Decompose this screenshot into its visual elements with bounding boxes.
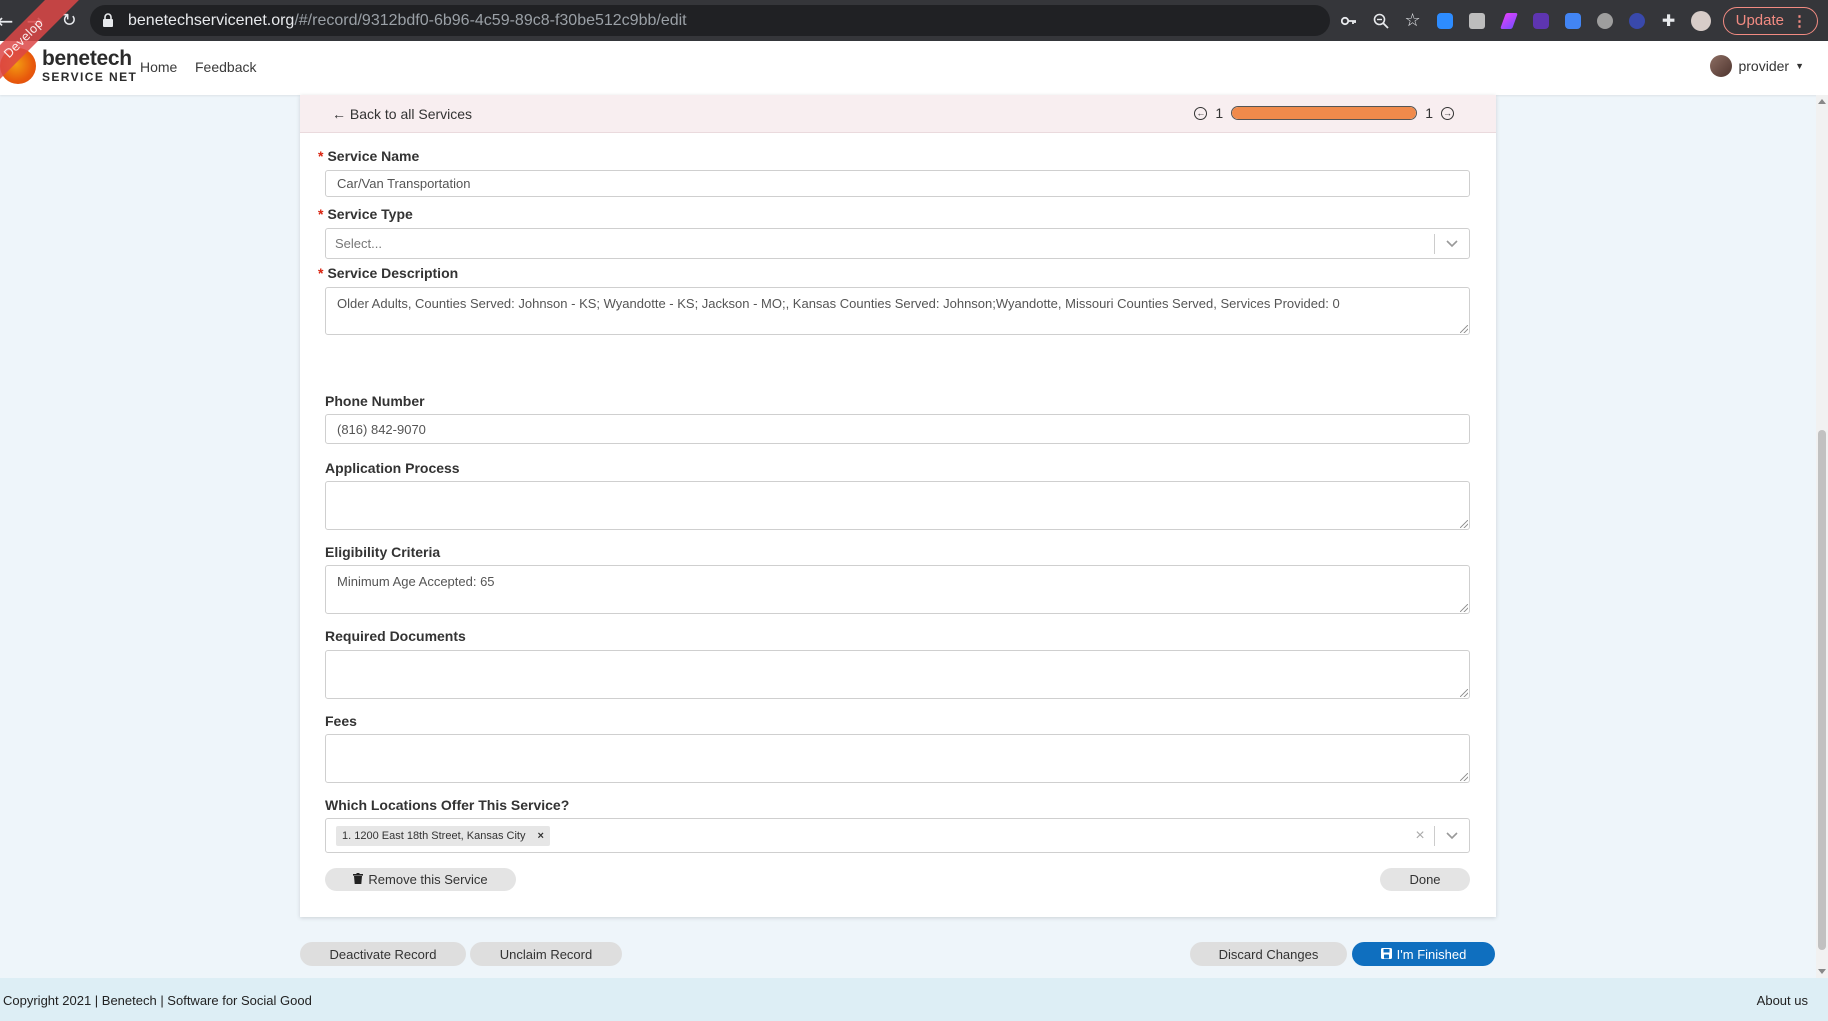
services-progress-bar [1231,106,1418,120]
service-edit-card: ← Back to all Services ← 1 1 → * Service … [300,95,1496,917]
remove-service-button[interactable]: Remove this Service [325,868,516,891]
app-navbar: benetech SERVICE NET Home Feedback provi… [0,41,1828,95]
phone-number-input[interactable]: (816) 842-9070 [325,414,1470,444]
service-name-input[interactable]: Car/Van Transportation [325,170,1470,197]
user-avatar [1710,55,1733,77]
eligibility-criteria-textarea[interactable]: Minimum Age Accepted: 65 [325,565,1470,614]
browser-toolbar: ← → ↻ benetechservicenet.org/#/record/93… [0,0,1828,41]
browser-forward-icon[interactable]: → [18,4,52,38]
about-us-link[interactable]: About us [1757,993,1808,1008]
copyright-text: Copyright 2021 | Benetech | Software for… [3,993,312,1008]
logo-icon[interactable] [0,48,36,84]
puzzle-icon[interactable]: ✚ [1653,0,1685,41]
user-menu[interactable]: provider ▼ [1710,55,1804,77]
page-scrollbar[interactable] [1816,95,1828,978]
trash-icon [353,872,364,887]
browser-back-icon[interactable]: ← [0,4,14,38]
pager-total: 1 [1425,105,1433,121]
arrow-left-icon: ← [332,106,346,122]
scrollbar-thumb[interactable] [1818,430,1826,950]
address-bar[interactable]: benetechservicenet.org/#/record/9312bdf0… [90,5,1330,36]
service-pager: ← 1 1 → [1194,105,1454,121]
lock-icon [102,12,118,29]
nav-home-link[interactable]: Home [140,59,177,75]
profile-avatar[interactable] [1685,0,1717,41]
pager-current: 1 [1215,105,1224,121]
card-header: ← Back to all Services ← 1 1 → [300,95,1496,133]
remove-tag-icon[interactable]: × [531,830,549,842]
application-process-label: Application Process [325,460,460,476]
phone-number-label: Phone Number [325,393,425,409]
back-to-services-link[interactable]: ← Back to all Services [332,106,472,122]
scroll-down-arrow[interactable] [1818,969,1826,974]
eligibility-criteria-label: Eligibility Criteria [325,544,441,560]
fees-textarea[interactable] [325,734,1470,783]
nav-feedback-link[interactable]: Feedback [195,59,256,75]
extension-icon[interactable] [1461,0,1493,41]
scroll-up-arrow[interactable] [1818,99,1826,104]
done-button[interactable]: Done [1380,868,1470,891]
zoom-icon[interactable] [1365,0,1397,41]
chevron-down-icon[interactable] [1435,831,1469,840]
service-type-select[interactable]: Select... [325,228,1470,259]
grey-extension-icon[interactable] [1589,0,1621,41]
service-description-label: * Service Description [318,265,459,281]
location-tag: 1. 1200 East 18th Street, Kansas City × [336,825,550,846]
url-text: benetechservicenet.org/#/record/9312bdf0… [128,11,687,29]
pen-extension-icon[interactable] [1493,0,1525,41]
im-finished-button[interactable]: I'm Finished [1352,942,1495,966]
discard-changes-button[interactable]: Discard Changes [1190,942,1347,966]
locations-multiselect[interactable]: 1. 1200 East 18th Street, Kansas City × … [325,818,1470,853]
required-asterisk: * [318,265,324,281]
locations-label: Which Locations Offer This Service? [325,797,570,813]
translate-icon[interactable] [1557,0,1589,41]
blue-extension-icon[interactable] [1621,0,1653,41]
user-name: provider [1738,58,1790,74]
next-circle-icon[interactable]: → [1441,106,1454,120]
caret-down-icon: ▼ [1795,61,1804,71]
update-button[interactable]: Update ⋮ [1722,6,1818,35]
browser-reload-icon[interactable]: ↻ [52,4,86,38]
save-icon [1380,947,1392,962]
service-description-textarea[interactable]: Older Adults, Counties Served: Johnson -… [325,287,1470,335]
application-process-textarea[interactable] [325,481,1470,530]
page-footer: Copyright 2021 | Benetech | Software for… [0,978,1828,1021]
fees-label: Fees [325,713,357,729]
required-documents-label: Required Documents [325,628,466,644]
purple-extension-icon[interactable] [1525,0,1557,41]
chevron-down-icon[interactable] [1435,239,1469,248]
key-icon[interactable] [1333,0,1365,41]
unclaim-record-button[interactable]: Unclaim Record [470,942,622,966]
service-type-label: * Service Type [318,206,413,222]
required-asterisk: * [318,148,324,164]
star-icon[interactable]: ☆ [1397,0,1429,41]
service-name-label: * Service Name [318,148,420,164]
required-asterisk: * [318,206,324,222]
clear-icon[interactable]: × [1406,827,1434,845]
progress-fill [1232,107,1417,119]
kebab-menu-icon: ⋮ [1792,12,1807,30]
logo[interactable]: benetech SERVICE NET [42,48,137,83]
previous-circle-icon[interactable]: ← [1194,106,1208,120]
required-documents-textarea[interactable] [325,650,1470,699]
deactivate-record-button[interactable]: Deactivate Record [300,942,466,966]
zoom-extension-icon[interactable] [1429,0,1461,41]
